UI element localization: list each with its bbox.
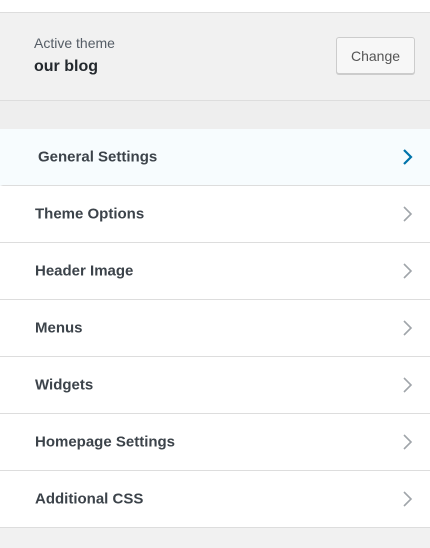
active-theme-section: Active theme our blog Change — [0, 13, 430, 101]
section-divider — [0, 101, 430, 129]
panel-label: Homepage Settings — [35, 433, 176, 451]
chevron-right-icon — [400, 262, 414, 280]
panel-label: Additional CSS — [35, 490, 144, 508]
panel-label: Header Image — [35, 262, 134, 280]
panel-label: General Settings — [38, 148, 158, 166]
panel-label: Menus — [35, 319, 83, 337]
panel-menus[interactable]: Menus — [0, 300, 430, 357]
panel-general-settings[interactable]: General Settings — [0, 129, 430, 186]
chevron-right-icon — [400, 319, 414, 337]
chevron-right-icon — [400, 205, 414, 223]
panel-header-image[interactable]: Header Image — [0, 243, 430, 300]
panel-label: Widgets — [35, 376, 94, 394]
panel-homepage-settings[interactable]: Homepage Settings — [0, 414, 430, 471]
chevron-right-icon — [400, 148, 414, 166]
chevron-right-icon — [400, 376, 414, 394]
customizer-panel-list: General Settings Theme Options Header Im… — [0, 129, 430, 528]
change-theme-button[interactable]: Change — [336, 37, 415, 74]
panel-widgets[interactable]: Widgets — [0, 357, 430, 414]
panel-label: Theme Options — [35, 205, 145, 223]
chevron-right-icon — [400, 433, 414, 451]
top-strip — [0, 0, 430, 13]
active-theme-name: our blog — [34, 58, 98, 75]
panel-additional-css[interactable]: Additional CSS — [0, 471, 430, 528]
chevron-right-icon — [400, 490, 414, 508]
panel-theme-options[interactable]: Theme Options — [0, 186, 430, 243]
active-theme-caption: Active theme — [34, 35, 115, 51]
